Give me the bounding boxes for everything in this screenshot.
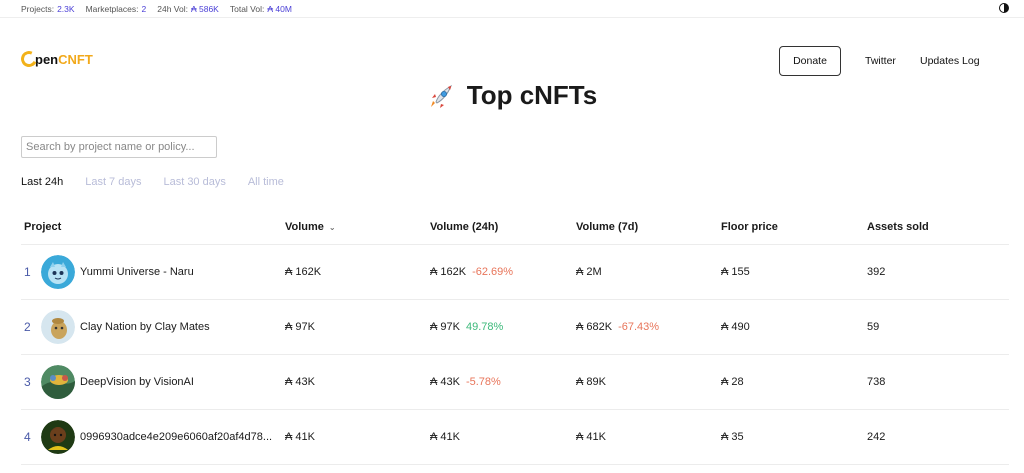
header-volume-7d[interactable]: Volume (7d): [576, 221, 721, 233]
volume-7d-cell: ₳ 41K: [576, 431, 606, 443]
tab-last-7-days[interactable]: Last 7 days: [85, 176, 141, 188]
search-input[interactable]: [21, 136, 217, 158]
stats-bar: Projects: 2.3K Marketplaces: 2 24h Vol: ₳ 5…: [0, 0, 1024, 18]
tab-last-30-days[interactable]: Last 30 days: [163, 176, 225, 188]
time-range-tabs: Last 24h Last 7 days Last 30 days All ti…: [21, 176, 306, 188]
rocket-icon: [430, 84, 452, 108]
row-rank: 1: [24, 265, 31, 279]
volume-cell: ₳ 41K: [285, 431, 315, 443]
theme-toggle-icon[interactable]: [999, 3, 1009, 13]
volume-7d-cell: ₳ 89K: [576, 376, 606, 388]
volume-cell: ₳ 97K: [285, 321, 315, 333]
header-project[interactable]: Project: [21, 221, 285, 233]
floor-price-cell: ₳ 35: [721, 431, 744, 443]
project-name[interactable]: Yummi Universe - Naru: [80, 266, 194, 278]
project-avatar: [41, 365, 75, 399]
volume-cell: ₳ 162K: [285, 266, 322, 278]
row-rank: 2: [24, 320, 31, 334]
stat-marketplaces: Marketplaces: 2: [85, 3, 147, 14]
volume-24h-cell: ₳ 97K 49.78%: [430, 321, 504, 333]
project-name[interactable]: Clay Nation by Clay Mates: [80, 321, 210, 333]
project-avatar: [41, 255, 75, 289]
project-name[interactable]: 0996930adce4e209e6060af20af4d78...: [80, 431, 272, 443]
floor-price-cell: ₳ 28: [721, 376, 744, 388]
change-24h: -62.69%: [472, 266, 514, 278]
volume-24h-cell: ₳ 162K -62.69%: [430, 266, 514, 278]
volume-cell: ₳ 43K: [285, 376, 315, 388]
donate-button[interactable]: Donate: [779, 46, 841, 76]
row-rank: 3: [24, 375, 31, 389]
stat-24h-volume: 24h Vol: ₳ 586K: [157, 3, 219, 14]
tab-all-time[interactable]: All time: [248, 176, 284, 188]
assets-sold-cell: 738: [867, 376, 886, 388]
logo[interactable]: pen CNFT: [18, 48, 93, 70]
assets-sold-cell: 242: [867, 431, 886, 443]
change-24h: -5.78%: [465, 376, 501, 388]
page-title: Top cNFTs: [0, 80, 1024, 111]
project-avatar: [41, 310, 75, 344]
stat-total-volume: Total Vol: ₳ 40M: [229, 3, 292, 14]
header-assets-sold[interactable]: Assets sold: [867, 221, 1009, 233]
row-rank: 4: [24, 430, 31, 444]
tab-last-24h[interactable]: Last 24h: [21, 176, 63, 188]
table-row[interactable]: 1 Yummi Universe - Naru ₳ 162K ₳ 162K -62…: [21, 245, 1009, 300]
header-floor-price[interactable]: Floor price: [721, 221, 867, 233]
project-avatar: [41, 420, 75, 454]
table-row[interactable]: 4 0996930adce4e209e6060af20af4d78... ₳ 4…: [21, 410, 1009, 465]
table-row[interactable]: 3 DeepVision by VisionAI ₳ 43K ₳ 43K -5.7…: [21, 355, 1009, 410]
volume-7d-cell: ₳ 2M: [576, 266, 602, 278]
volume-24h-cell: ₳ 43K -5.78%: [430, 376, 501, 388]
twitter-link[interactable]: Twitter: [865, 55, 896, 67]
volume-24h-cell: ₳ 41K: [430, 431, 460, 443]
change-24h: 49.78%: [465, 321, 504, 333]
change-7d: -67.43%: [618, 321, 660, 333]
table-row[interactable]: 2 Clay Nation by Clay Mates ₳ 97K ₳ 97K 4…: [21, 300, 1009, 355]
table-header: Project Volume ⌄ Volume (24h) Volume (7d)…: [21, 210, 1009, 245]
navbar: pen CNFT Donate Twitter Updates Log: [0, 18, 1024, 76]
header-volume[interactable]: Volume ⌄: [285, 221, 430, 233]
assets-sold-cell: 392: [867, 266, 886, 278]
assets-sold-cell: 59: [867, 321, 880, 333]
project-name[interactable]: DeepVision by VisionAI: [80, 376, 194, 388]
header-volume-24h[interactable]: Volume (24h): [430, 221, 576, 233]
stat-projects: Projects: 2.3K: [21, 3, 75, 14]
sort-down-icon: ⌄: [328, 222, 336, 232]
floor-price-cell: ₳ 155: [721, 266, 750, 278]
updates-log-link[interactable]: Updates Log: [920, 55, 980, 67]
volume-7d-cell: ₳ 682K -67.43%: [576, 321, 660, 333]
projects-table: Project Volume ⌄ Volume (24h) Volume (7d)…: [21, 210, 1009, 465]
floor-price-cell: ₳ 490: [721, 321, 750, 333]
